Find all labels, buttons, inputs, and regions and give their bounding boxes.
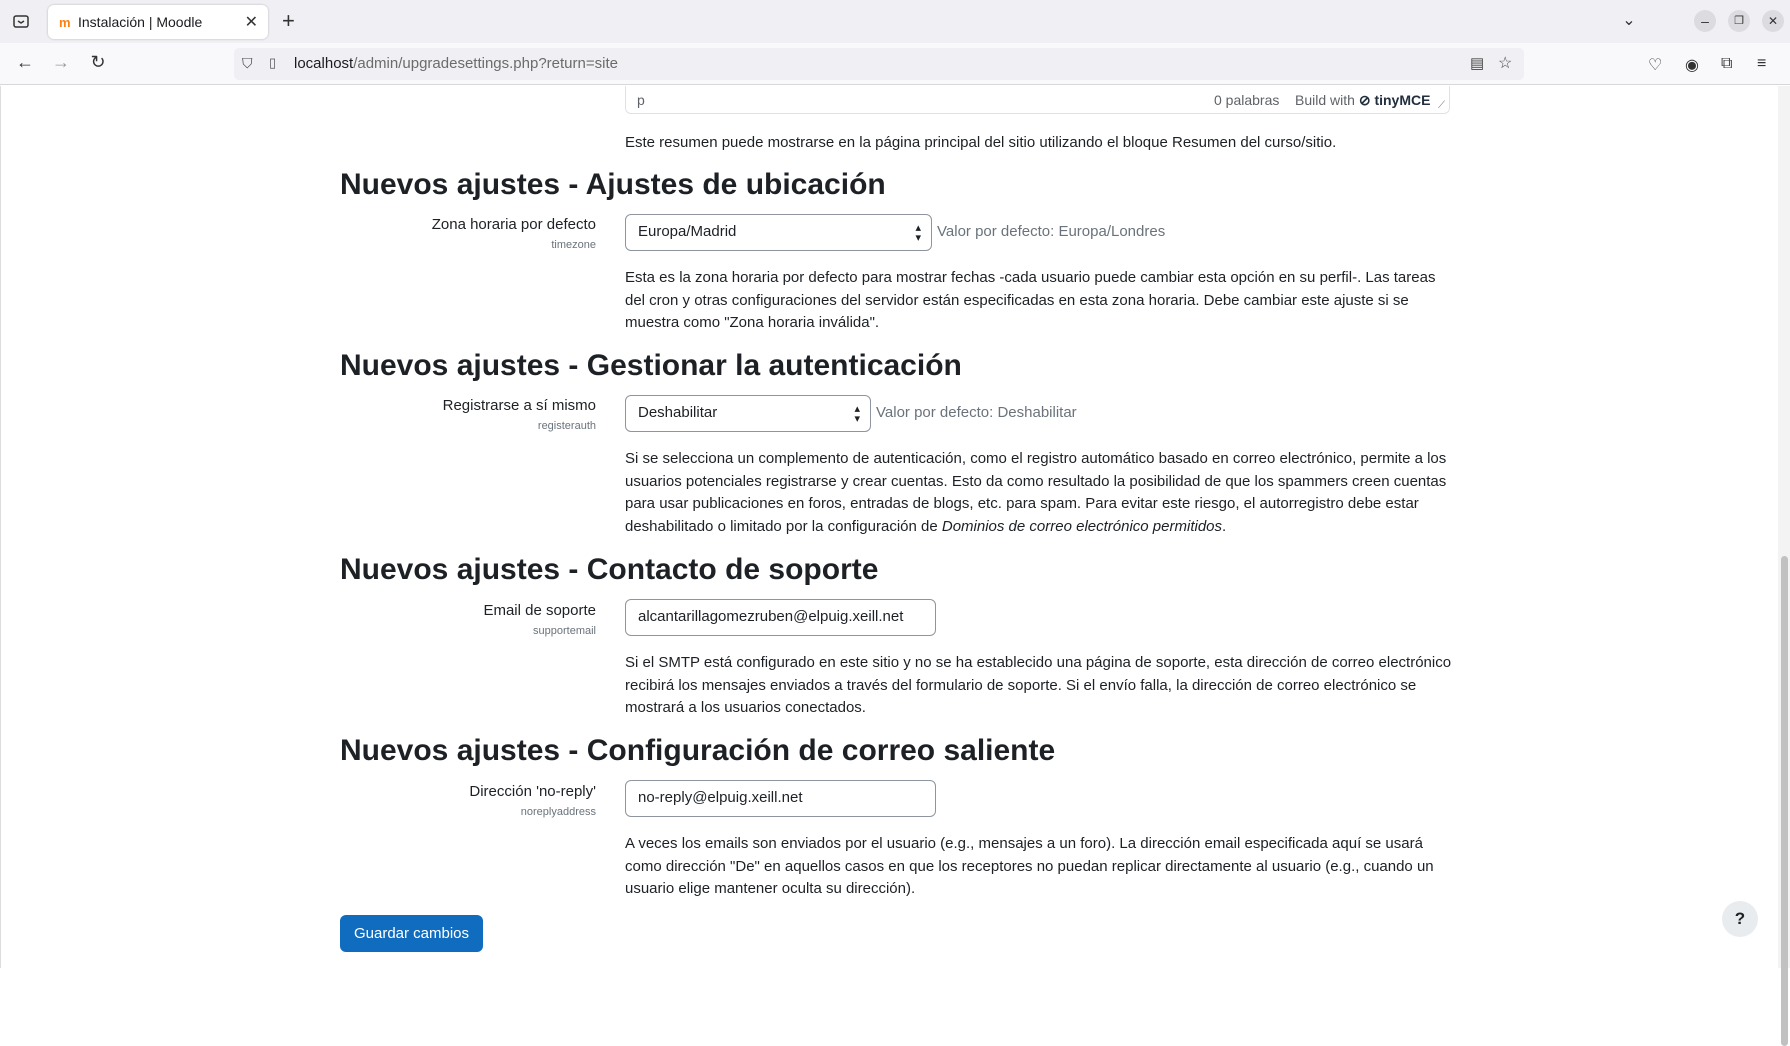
list-all-tabs-icon[interactable]: ⌄ xyxy=(1618,10,1640,32)
page-info-icon[interactable]: ▯ xyxy=(269,55,276,71)
noreplyaddress-description: A veces los emails son enviados por el u… xyxy=(625,835,1434,897)
browser-tab-bar: m Instalación | Moodle ✕ + ⌄ – ❐ ✕ xyxy=(0,0,1790,43)
save-changes-button[interactable]: Guardar cambios xyxy=(340,915,483,952)
section-heading-location: Nuevos ajustes - Ajustes de ubicación xyxy=(340,168,886,201)
url-text[interactable]: localhost/admin/upgradesettings.php?retu… xyxy=(294,55,618,72)
editor-element-path[interactable]: p xyxy=(637,92,645,108)
forward-arrow-icon[interactable]: → xyxy=(49,52,73,73)
editor-branding[interactable]: Build with ⊘ tinyMCE xyxy=(1295,92,1430,109)
noreplyaddress-label: Dirección 'no-reply' xyxy=(469,783,596,800)
registerauth-select[interactable]: Deshabilitar ▴ ▾ xyxy=(625,395,871,432)
reader-mode-icon[interactable]: ▤ xyxy=(1470,54,1484,72)
section-heading-auth: Nuevos ajustes - Gestionar la autenticac… xyxy=(340,349,962,382)
moodle-favicon-icon: m xyxy=(59,15,71,30)
tinymce-logo-icon: ⊘ tinyMCE xyxy=(1358,92,1431,108)
reload-icon[interactable]: ↻ xyxy=(86,52,110,73)
editor-status-bar: p 0 palabras Build with ⊘ tinyMCE ⟋ xyxy=(625,86,1450,114)
supportemail-description: Si el SMTP está configurado en este siti… xyxy=(625,654,1452,716)
timezone-label: Zona horaria por defecto xyxy=(431,216,596,233)
pocket-icon[interactable]: ♡ xyxy=(1648,55,1662,75)
timezone-default: Valor por defecto: Europa/Londres xyxy=(937,223,1166,240)
registerauth-default: Valor por defecto: Deshabilitar xyxy=(876,404,1077,421)
timezone-select[interactable]: Europa/Madrid ▴ ▾ xyxy=(625,214,932,251)
section-heading-support: Nuevos ajustes - Contacto de soporte xyxy=(340,553,879,586)
section-heading-mail: Nuevos ajustes - Configuración de correo… xyxy=(340,734,1056,767)
browser-navbar: ← → ↻ ⛉ ▯ localhost/admin/upgradesetting… xyxy=(0,43,1790,85)
registerauth-description: Si se selecciona un complemento de auten… xyxy=(625,450,1447,535)
timezone-description: Esta es la zona horaria por defecto para… xyxy=(625,269,1436,331)
summary-description: Este resumen puede mostrarse en la págin… xyxy=(625,134,1337,151)
maximize-icon[interactable]: ❐ xyxy=(1728,10,1750,32)
select-arrows-icon: ▴ ▾ xyxy=(915,222,921,244)
supportemail-key: supportemail xyxy=(533,625,596,637)
registerauth-key: registerauth xyxy=(537,420,596,432)
menu-icon[interactable]: ≡ xyxy=(1757,55,1766,73)
close-window-icon[interactable]: ✕ xyxy=(1762,10,1784,32)
scrollbar-thumb[interactable] xyxy=(1781,556,1788,1046)
editor-word-count[interactable]: 0 palabras xyxy=(1214,92,1279,108)
scrollbar[interactable] xyxy=(1778,86,1790,1046)
new-tab-icon[interactable]: + xyxy=(282,8,295,34)
tab-list-icon[interactable] xyxy=(12,12,32,32)
minimize-icon[interactable]: – xyxy=(1694,10,1716,32)
account-icon[interactable]: ◉ xyxy=(1685,55,1699,75)
supportemail-input[interactable]: alcantarillagomezruben@elpuig.xeill.net xyxy=(625,599,936,636)
browser-tab-active[interactable]: m Instalación | Moodle ✕ xyxy=(48,5,268,39)
address-bar[interactable]: ⛉ ▯ localhost/admin/upgradesettings.php?… xyxy=(234,48,1524,80)
help-icon[interactable]: ? xyxy=(1722,901,1758,937)
supportemail-label: Email de soporte xyxy=(483,602,596,619)
extensions-icon[interactable]: ⧉ xyxy=(1721,55,1732,73)
noreplyaddress-key: noreplyaddress xyxy=(520,806,596,818)
timezone-key: timezone xyxy=(551,239,596,251)
back-arrow-icon[interactable]: ← xyxy=(13,52,37,73)
bookmark-star-icon[interactable]: ☆ xyxy=(1498,53,1512,73)
select-arrows-icon: ▴ ▾ xyxy=(854,403,860,425)
resize-handle-icon[interactable]: ⟋ xyxy=(1438,100,1445,111)
registerauth-label: Registrarse a sí mismo xyxy=(442,397,596,414)
shield-icon[interactable]: ⛉ xyxy=(242,55,253,72)
close-tab-icon[interactable]: ✕ xyxy=(245,12,258,32)
noreplyaddress-input[interactable]: no-reply@elpuig.xeill.net xyxy=(625,780,936,817)
tab-title: Instalación | Moodle xyxy=(78,14,203,30)
